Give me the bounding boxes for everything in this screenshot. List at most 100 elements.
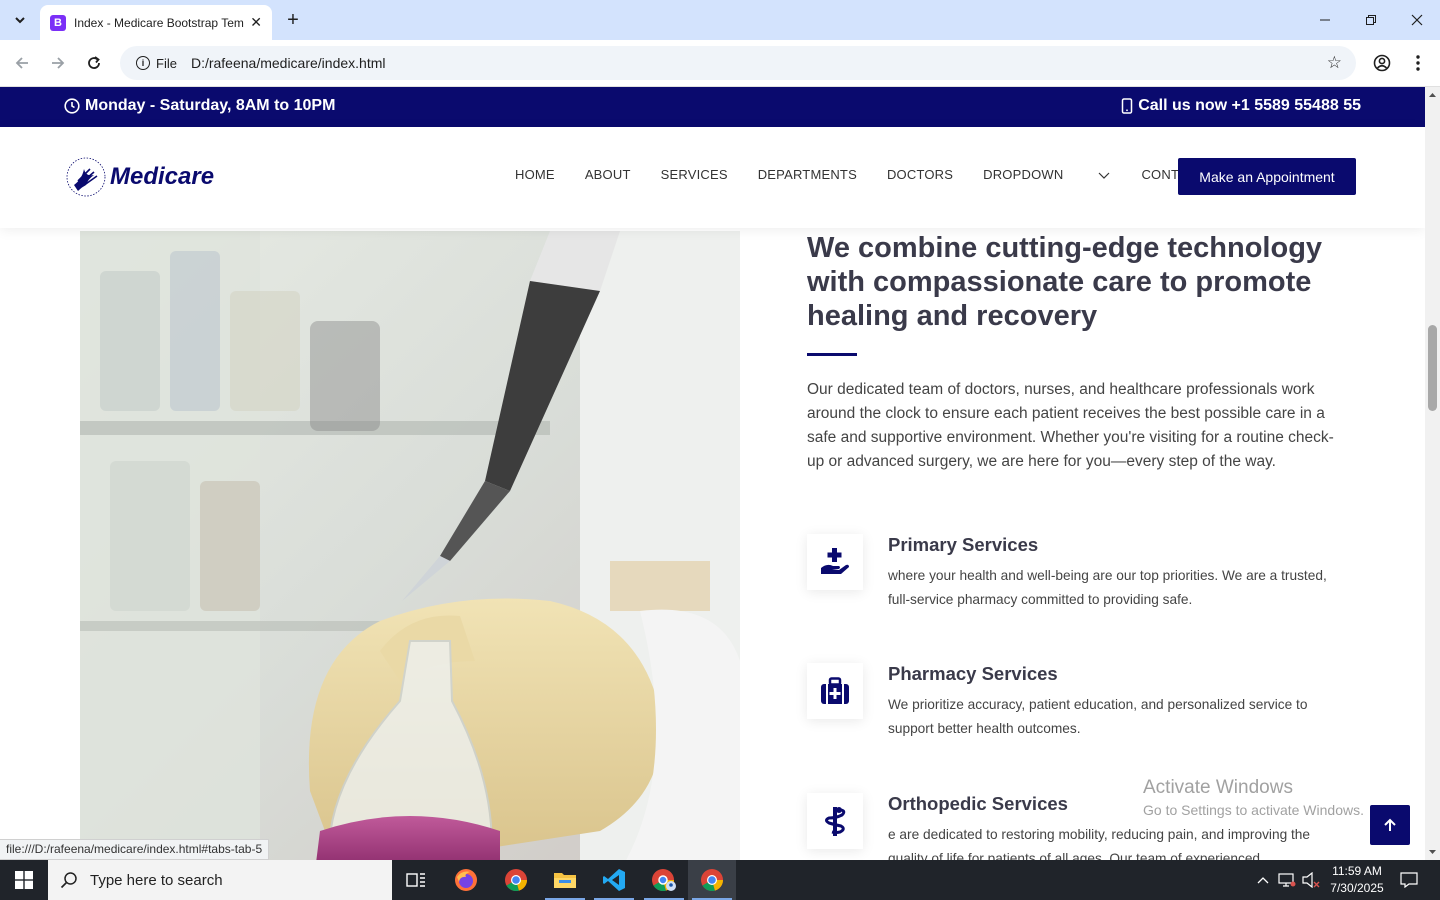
contact-topbar: Monday - Saturday, 8AM to 10PM Call us n… <box>0 87 1425 127</box>
main-navigation: HOME ABOUT SERVICES DEPARTMENTS DOCTORS … <box>515 167 1235 182</box>
network-icon <box>1278 873 1296 887</box>
notification-icon <box>1400 872 1418 888</box>
opening-hours-text: Monday - Saturday, 8AM to 10PM <box>85 97 336 114</box>
chevron-up-icon <box>1257 877 1269 884</box>
medicare-eagle-logo-icon <box>66 157 106 197</box>
activate-windows-watermark: Activate Windows Go to Settings to activ… <box>1143 777 1364 818</box>
site-info-label: File <box>156 55 177 71</box>
taskbar-clock[interactable]: 11:59 AM 7/30/2025 <box>1322 863 1392 897</box>
clock-time: 11:59 AM <box>1332 864 1382 878</box>
reload-button[interactable] <box>82 51 106 75</box>
about-intro: Our dedicated team of doctors, nurses, a… <box>807 381 1334 470</box>
chevron-down-icon <box>1099 172 1110 179</box>
show-hidden-icons-button[interactable] <box>1252 860 1274 900</box>
scroll-to-top-button[interactable] <box>1370 805 1410 845</box>
site-header: Medicare HOME ABOUT SERVICES DEPARTMENTS… <box>0 127 1425 228</box>
lab-pipette-photo <box>80 231 740 860</box>
tab-search-button[interactable] <box>8 8 32 32</box>
close-window-button[interactable] <box>1394 0 1440 40</box>
service-title: Primary Services <box>888 534 1039 555</box>
chrome-active-taskbar-app[interactable] <box>688 860 736 900</box>
windows-taskbar: Type here to search 11:59 AM 7/30/2025 <box>0 860 1440 900</box>
link-status-bubble: file:///D:/rafeena/medicare/index.html#t… <box>0 839 270 860</box>
volume-tray-button[interactable] <box>1300 860 1322 900</box>
tab-close-icon[interactable]: ✕ <box>250 14 262 31</box>
firefox-icon <box>455 869 477 891</box>
chrome-profile-taskbar-app[interactable] <box>640 860 688 900</box>
phone-text: Call us now +1 5589 55488 55 <box>1138 97 1361 114</box>
profile-button[interactable] <box>1370 51 1394 75</box>
nav-services[interactable]: SERVICES <box>661 167 728 182</box>
page-scrollbar[interactable] <box>1425 87 1440 860</box>
close-icon <box>1411 14 1423 26</box>
back-button[interactable] <box>10 51 34 75</box>
bookmark-star-icon[interactable]: ☆ <box>1327 53 1342 73</box>
windows-logo-icon <box>15 871 33 889</box>
nav-dropdown[interactable]: DROPDOWN <box>983 167 1111 182</box>
clock-date: 7/30/2025 <box>1330 881 1384 895</box>
about-content: We combine cutting-edge technology with … <box>807 231 1347 474</box>
logo-text: Medicare <box>110 163 215 190</box>
service-description: where your health and well-being are our… <box>888 568 1327 607</box>
notification-center-button[interactable] <box>1394 860 1424 900</box>
medical-kit-icon <box>807 663 863 719</box>
info-icon: i <box>136 56 150 70</box>
profile-icon <box>1373 54 1391 72</box>
new-tab-button[interactable]: + <box>282 9 304 31</box>
hand-holding-medical-icon <box>807 534 863 590</box>
service-title: Orthopedic Services <box>888 793 1068 814</box>
address-bar[interactable]: i File D:/rafeena/medicare/index.html ☆ <box>120 46 1356 80</box>
scrollbar-thumb[interactable] <box>1428 325 1437 411</box>
start-button[interactable] <box>0 860 48 900</box>
minimize-icon <box>1320 19 1330 21</box>
opening-hours: Monday - Saturday, 8AM to 10PM <box>64 97 335 115</box>
vscode-taskbar-app[interactable] <box>590 860 638 900</box>
nav-departments[interactable]: DEPARTMENTS <box>758 167 857 182</box>
tab-title: Index - Medicare Bootstrap Template <box>74 15 244 30</box>
task-view-button[interactable] <box>392 860 440 900</box>
about-headline: We combine cutting-edge technology with … <box>807 232 1323 332</box>
arrow-left-icon <box>15 57 28 69</box>
chrome-icon <box>505 869 527 892</box>
firefox-taskbar-app[interactable] <box>442 860 490 900</box>
file-explorer-taskbar-app[interactable] <box>541 860 589 900</box>
headline-underline <box>807 353 857 356</box>
more-vertical-icon <box>1416 55 1420 71</box>
browser-tab-active[interactable]: B Index - Medicare Bootstrap Template ✕ <box>40 5 272 40</box>
arrow-right-icon <box>52 57 65 69</box>
nav-doctors[interactable]: DOCTORS <box>887 167 953 182</box>
browser-tabstrip: B Index - Medicare Bootstrap Template ✕ … <box>0 0 1440 40</box>
forward-button[interactable] <box>46 51 70 75</box>
taskbar-search[interactable]: Type here to search <box>48 860 392 900</box>
service-description: e are dedicated to restoring mobility, r… <box>888 827 1311 860</box>
volume-muted-icon <box>1302 872 1320 888</box>
chrome-icon <box>701 869 723 892</box>
network-tray-button[interactable] <box>1276 860 1298 900</box>
chrome-user-icon <box>652 869 676 892</box>
browser-menu-button[interactable] <box>1406 51 1430 75</box>
minimize-button[interactable] <box>1302 0 1348 40</box>
make-appointment-button[interactable]: Make an Appointment <box>1178 158 1356 195</box>
browser-toolbar: i File D:/rafeena/medicare/index.html ☆ <box>0 40 1440 87</box>
chevron-down-icon <box>15 17 25 24</box>
search-icon <box>60 872 77 889</box>
site-logo[interactable]: Medicare <box>64 155 214 199</box>
service-title: Pharmacy Services <box>888 663 1058 684</box>
scroll-down-arrow-icon[interactable] <box>1425 846 1440 858</box>
nav-home[interactable]: HOME <box>515 167 555 182</box>
phone-icon <box>1121 98 1133 114</box>
vscode-icon <box>603 869 625 891</box>
staff-snake-icon <box>807 793 863 849</box>
scroll-up-arrow-icon[interactable] <box>1425 89 1440 101</box>
phone-contact[interactable]: Call us now +1 5589 55488 55 <box>1121 97 1361 115</box>
nav-about[interactable]: ABOUT <box>585 167 631 182</box>
search-placeholder: Type here to search <box>90 871 223 889</box>
arrow-up-icon <box>1384 818 1396 831</box>
task-view-icon <box>406 873 425 887</box>
bootstrap-favicon-icon: B <box>50 14 66 31</box>
page-viewport: Monday - Saturday, 8AM to 10PM Call us n… <box>0 87 1425 860</box>
url-text[interactable]: D:/rafeena/medicare/index.html <box>191 55 386 71</box>
site-info-chip[interactable]: i File <box>128 50 185 76</box>
chrome-taskbar-app[interactable] <box>492 860 540 900</box>
restore-button[interactable] <box>1348 0 1394 40</box>
